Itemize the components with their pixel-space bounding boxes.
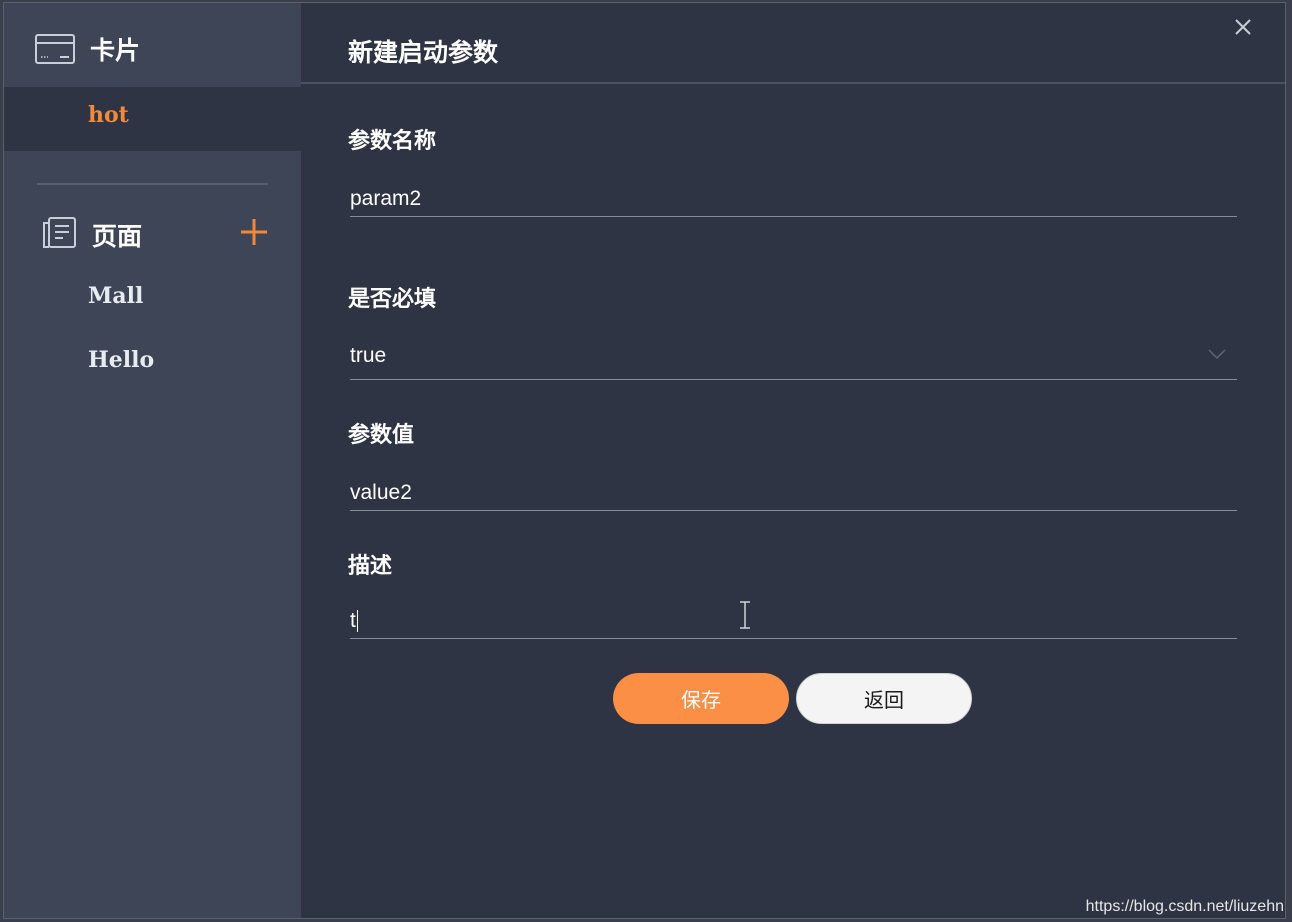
- dialog-title: 新建启动参数: [348, 38, 499, 67]
- card-section-header: 卡片: [4, 3, 301, 83]
- sidebar-item-hot[interactable]: hot: [4, 87, 301, 151]
- watermark: https://blog.csdn.net/liuzehn: [1085, 898, 1284, 915]
- sidebar-divider: [37, 183, 268, 185]
- dialog-window: 卡片 hot 页面 Mall Hello 新建启动参数 参数名称 param2 …: [3, 2, 1286, 919]
- card-icon: [35, 34, 75, 68]
- param-name-label: 参数名称: [348, 129, 437, 154]
- chevron-down-icon: [1207, 342, 1227, 366]
- close-icon[interactable]: [1233, 17, 1253, 37]
- description-label: 描述: [348, 554, 393, 579]
- dialog-content: 新建启动参数 参数名称 param2 是否必填 true 参数值 value2 …: [301, 3, 1285, 918]
- required-select[interactable]: true: [350, 332, 1237, 380]
- sidebar-item-mall[interactable]: Mall: [88, 283, 143, 309]
- back-button[interactable]: 返回: [796, 673, 972, 724]
- header-divider: [301, 82, 1285, 84]
- plus-icon[interactable]: [240, 218, 268, 246]
- param-value-value: value2: [350, 480, 412, 504]
- text-caret: [356, 609, 358, 632]
- sidebar-item-hello[interactable]: Hello: [88, 347, 154, 373]
- pages-icon: [41, 217, 77, 253]
- description-input[interactable]: t: [350, 603, 1237, 639]
- param-name-value: param2: [350, 186, 422, 210]
- i-beam-cursor-icon: [739, 601, 751, 633]
- param-value-input[interactable]: value2: [350, 475, 1237, 511]
- page-section-title: 页面: [92, 222, 143, 251]
- required-label: 是否必填: [348, 287, 437, 312]
- required-select-value: true: [350, 343, 387, 367]
- param-value-label: 参数值: [348, 423, 415, 448]
- card-section-title: 卡片: [90, 36, 141, 65]
- sidebar-item-label: hot: [88, 102, 129, 128]
- description-value: t: [350, 608, 356, 632]
- save-button[interactable]: 保存: [613, 673, 789, 724]
- sidebar: 卡片 hot 页面 Mall Hello: [4, 3, 301, 918]
- param-name-input[interactable]: param2: [350, 181, 1237, 217]
